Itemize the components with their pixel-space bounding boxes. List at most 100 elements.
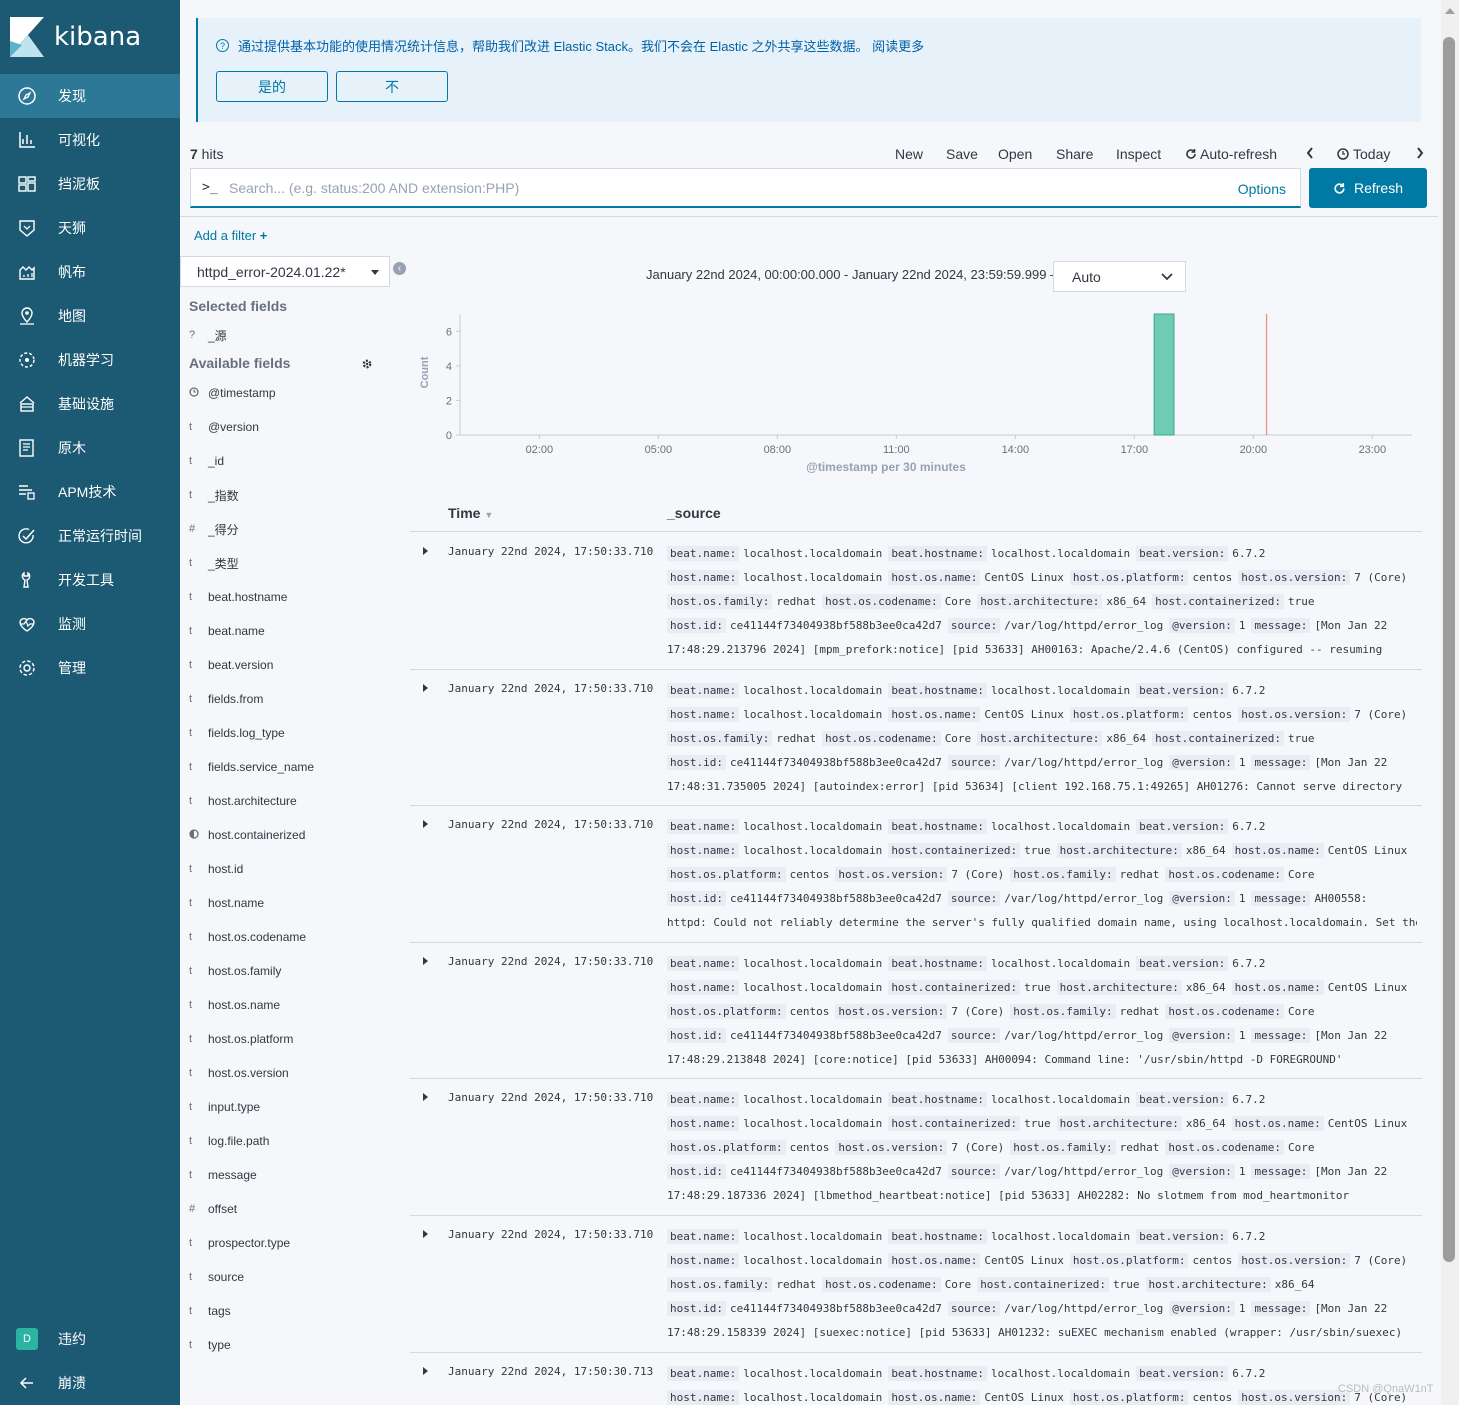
sidebar-item-0[interactable]: 发现 bbox=[0, 74, 180, 118]
field-type: t bbox=[189, 1101, 208, 1113]
field-type: t bbox=[189, 795, 208, 807]
field-type: t bbox=[189, 1033, 208, 1045]
nav-bottom: D 违约 崩溃 bbox=[0, 1317, 180, 1405]
field-value: localhost.localdomain bbox=[991, 1093, 1131, 1106]
field-value: 1 bbox=[1238, 756, 1246, 769]
source-line: host.name: localhost.localdomain host.cont… bbox=[667, 1112, 1417, 1136]
available-field[interactable]: # _得分 bbox=[189, 520, 239, 538]
interval-select[interactable]: Auto bbox=[1053, 261, 1186, 292]
expand-row-icon[interactable] bbox=[423, 820, 428, 828]
refresh-button[interactable]: Refresh bbox=[1309, 168, 1427, 208]
available-field[interactable]: t _id bbox=[189, 452, 224, 470]
available-field[interactable]: t beat.version bbox=[189, 656, 273, 674]
available-field[interactable]: t @version bbox=[189, 418, 259, 436]
available-field[interactable]: t type bbox=[189, 1336, 231, 1354]
expand-row-icon[interactable] bbox=[423, 684, 428, 692]
expand-row-icon[interactable] bbox=[423, 1093, 428, 1101]
field-key: host.os.version: bbox=[1238, 707, 1351, 722]
sidebar-item-13[interactable]: 管理 bbox=[0, 646, 180, 690]
available-field[interactable]: t host.architecture bbox=[189, 792, 297, 810]
available-field[interactable]: t tags bbox=[189, 1302, 231, 1320]
yes-button[interactable]: 是的 bbox=[216, 71, 328, 102]
field-key: host.containerized: bbox=[888, 1116, 1021, 1131]
machine-learning-icon bbox=[16, 349, 38, 371]
sidebar-item-8[interactable]: 原木 bbox=[0, 426, 180, 470]
x-tick-label: 11:00 bbox=[883, 444, 910, 456]
search-input[interactable] bbox=[229, 175, 1229, 201]
index-pattern-select[interactable]: httpd_error-2024.01.22* bbox=[180, 256, 390, 287]
sidebar-item-3[interactable]: 天狮 bbox=[0, 206, 180, 250]
no-button[interactable]: 不 bbox=[336, 71, 448, 102]
space-avatar: D bbox=[16, 1328, 38, 1350]
nav-item-space[interactable]: D 违约 bbox=[0, 1317, 180, 1361]
time-prev-button[interactable] bbox=[1305, 146, 1315, 163]
menu-inspect[interactable]: Inspect bbox=[1116, 146, 1161, 162]
available-field[interactable]: t prospector.type bbox=[189, 1234, 290, 1252]
available-field[interactable]: t host.os.version bbox=[189, 1064, 289, 1082]
field-value: CentOS Linux bbox=[1327, 844, 1408, 857]
available-field[interactable]: @timestamp bbox=[189, 384, 276, 402]
field-key: host.os.family: bbox=[1010, 1140, 1116, 1155]
available-field[interactable]: t source bbox=[189, 1268, 244, 1286]
sidebar-item-2[interactable]: 挡泥板 bbox=[0, 162, 180, 206]
available-field[interactable]: t fields.log_type bbox=[189, 724, 285, 742]
source-line: host.id: ce41144f73404938bf588b3ee0ca42d7… bbox=[667, 887, 1417, 911]
available-field[interactable]: t host.id bbox=[189, 860, 243, 878]
field-key: beat.hostname: bbox=[888, 683, 988, 698]
available-field[interactable]: t _类型 bbox=[189, 554, 239, 572]
sidebar-item-4[interactable]: 帆布 bbox=[0, 250, 180, 294]
collapse-sidebar-button[interactable]: ‹ bbox=[393, 262, 406, 275]
available-field[interactable]: t fields.from bbox=[189, 690, 263, 708]
available-field[interactable]: host.containerized bbox=[189, 826, 305, 844]
available-field[interactable]: t beat.hostname bbox=[189, 588, 287, 606]
available-field[interactable]: t host.os.family bbox=[189, 962, 281, 980]
expand-row-icon[interactable] bbox=[423, 1230, 428, 1238]
available-field[interactable]: t host.os.name bbox=[189, 996, 280, 1014]
available-field[interactable]: t host.name bbox=[189, 894, 264, 912]
available-field[interactable]: t beat.name bbox=[189, 622, 265, 640]
sidebar-item-1[interactable]: 可视化 bbox=[0, 118, 180, 162]
field-key: beat.name: bbox=[667, 1092, 740, 1107]
sidebar-item-9[interactable]: APM技术 bbox=[0, 470, 180, 514]
available-field[interactable]: t host.os.codename bbox=[189, 928, 306, 946]
sidebar-item-6[interactable]: 机器学习 bbox=[0, 338, 180, 382]
options-link[interactable]: Options bbox=[1238, 181, 1286, 197]
available-field[interactable]: t message bbox=[189, 1166, 257, 1184]
menu-save[interactable]: Save bbox=[946, 146, 978, 162]
available-field[interactable]: t host.os.platform bbox=[189, 1030, 293, 1048]
field-value: ce41144f73404938bf588b3ee0ca42d7 bbox=[729, 892, 942, 905]
sidebar-item-label: 地图 bbox=[58, 308, 86, 324]
menu-new[interactable]: New bbox=[895, 146, 923, 162]
sidebar-item-11[interactable]: 开发工具 bbox=[0, 558, 180, 602]
available-field[interactable]: t _指数 bbox=[189, 486, 239, 504]
field-value: 7 (Core) bbox=[1354, 571, 1408, 584]
selected-field[interactable]: ? _源 bbox=[189, 326, 227, 344]
sidebar-item-12[interactable]: 监测 bbox=[0, 602, 180, 646]
sidebar-item-5[interactable]: 地图 bbox=[0, 294, 180, 338]
expand-row-icon[interactable] bbox=[423, 1367, 428, 1375]
scrollbar-thumb[interactable] bbox=[1443, 37, 1455, 1262]
kibana-logo[interactable]: kibana bbox=[0, 0, 180, 74]
field-key: host.os.name: bbox=[888, 707, 981, 722]
menu-open[interactable]: Open bbox=[998, 146, 1032, 162]
add-filter-button[interactable]: Add a filter + bbox=[194, 228, 267, 243]
sidebar-item-10[interactable]: 正常运行时间 bbox=[0, 514, 180, 558]
source-line: 17:48:29.213848 2024] [core:notice] [pid… bbox=[667, 1048, 1417, 1072]
expand-row-icon[interactable] bbox=[423, 957, 428, 965]
time-column-header[interactable]: Time ▼ bbox=[448, 505, 493, 521]
time-picker-button[interactable]: Today bbox=[1337, 146, 1390, 162]
gear-icon[interactable] bbox=[361, 357, 373, 375]
available-field[interactable]: t input.type bbox=[189, 1098, 260, 1116]
time-next-button[interactable] bbox=[1415, 146, 1425, 163]
field-type: # bbox=[189, 1203, 208, 1215]
auto-refresh-button[interactable]: Auto-refresh bbox=[1185, 146, 1277, 162]
available-field[interactable]: # offset bbox=[189, 1200, 237, 1218]
available-field[interactable]: t log.file.path bbox=[189, 1132, 269, 1150]
maps-icon bbox=[16, 305, 38, 327]
nav-item-collapse[interactable]: 崩溃 bbox=[0, 1361, 180, 1405]
menu-share[interactable]: Share bbox=[1056, 146, 1093, 162]
available-field[interactable]: t fields.service_name bbox=[189, 758, 314, 776]
field-value: 17:48:29.187336 2024] [lbmethod_heartbea… bbox=[667, 1189, 1350, 1202]
sidebar-item-7[interactable]: 基础设施 bbox=[0, 382, 180, 426]
expand-row-icon[interactable] bbox=[423, 547, 428, 555]
